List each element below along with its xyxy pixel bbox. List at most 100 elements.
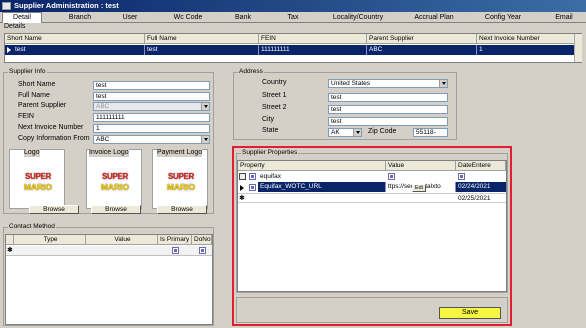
cell-next-invoice: 1 bbox=[479, 46, 483, 53]
is-primary-checkbox[interactable] bbox=[172, 247, 179, 254]
payment-logo-title: Payment Logo bbox=[157, 149, 203, 157]
col-next-invoice[interactable]: Next Invoice Number bbox=[477, 34, 581, 44]
copy-from-select[interactable]: ABC bbox=[93, 135, 210, 144]
col-value[interactable]: Value bbox=[86, 235, 158, 245]
new-row[interactable]: ✱ bbox=[6, 246, 212, 256]
details-title: Details bbox=[4, 23, 26, 30]
value-checkbox[interactable] bbox=[388, 173, 395, 180]
cell-date: 02/25/2021 bbox=[458, 195, 491, 202]
state-label: State bbox=[262, 127, 279, 134]
new-row-icon: ✱ bbox=[239, 195, 245, 202]
tab-bar: Detail Branch User Wc Code Bank Tax Loca… bbox=[0, 12, 586, 23]
row-checkbox[interactable] bbox=[249, 173, 256, 180]
cell-fein: 111111111 bbox=[259, 45, 367, 55]
street2-label: Street 2 bbox=[262, 104, 287, 111]
edit-pencil-icon bbox=[239, 173, 246, 180]
supplier-properties-grid: Property Value DateEntere equifax Equifa… bbox=[237, 160, 507, 292]
tab-locality-country[interactable]: Locality/Country bbox=[326, 13, 390, 23]
row-pointer-icon bbox=[240, 185, 244, 191]
col-is-primary[interactable]: Is Primary bbox=[158, 235, 192, 245]
donott-checkbox[interactable] bbox=[199, 247, 206, 254]
fein-label: FEIN bbox=[18, 113, 34, 120]
row-checkbox[interactable] bbox=[249, 184, 256, 191]
supplier-info-title: Supplier Info bbox=[8, 68, 47, 76]
cell-property: Equifax_WOTC_URL bbox=[258, 182, 386, 192]
state-select[interactable]: AK bbox=[328, 128, 362, 137]
logo-box: Logo SUPER MARIO bbox=[9, 149, 65, 209]
fein-field[interactable]: 111111111 bbox=[93, 113, 210, 122]
city-label: City bbox=[262, 116, 275, 123]
copy-from-value: ABC bbox=[96, 136, 110, 143]
table-row[interactable]: Equifax_WOTC_URL ttps://secure.talxto Ed… bbox=[238, 182, 506, 193]
tab-accrual-plan[interactable]: Accrual Plan bbox=[408, 13, 460, 23]
row-pointer-icon bbox=[7, 47, 11, 53]
zip-field[interactable]: 55118- bbox=[413, 128, 448, 137]
logo-title: Logo bbox=[24, 149, 40, 157]
chevron-down-icon[interactable] bbox=[353, 129, 361, 136]
payment-logo-image: SUPER MARIO bbox=[166, 172, 196, 192]
edit-button[interactable]: Edi bbox=[412, 184, 426, 192]
cell-parent: ABC bbox=[367, 45, 477, 55]
details-scrollbar[interactable] bbox=[574, 34, 582, 62]
col-date-entered[interactable]: DateEntere bbox=[456, 161, 506, 171]
contact-method-title: Contact Method bbox=[8, 223, 56, 231]
street2-field[interactable]: test bbox=[328, 105, 448, 114]
logo-image: SUPER MARIO bbox=[23, 172, 53, 192]
contact-grid: Type Value Is Primary DoNotT ✱ bbox=[5, 234, 213, 325]
short-name-label: Short Name bbox=[18, 81, 56, 88]
invoice-logo-title: Invoice Logo bbox=[89, 149, 129, 157]
details-grid: Short Name Full Name FEIN Parent Supplie… bbox=[4, 33, 582, 63]
street1-field[interactable]: test bbox=[328, 93, 448, 102]
chevron-down-icon[interactable] bbox=[201, 136, 209, 143]
col-property[interactable]: Property bbox=[238, 161, 386, 171]
address-title: Address bbox=[238, 68, 264, 76]
country-select[interactable]: United States bbox=[328, 79, 448, 88]
short-name-field[interactable]: test bbox=[93, 81, 210, 90]
city-field[interactable]: test bbox=[328, 117, 448, 126]
payment-logo-box: Payment Logo SUPER MARIO bbox=[152, 149, 208, 209]
chevron-down-icon[interactable] bbox=[439, 80, 447, 87]
tab-branch[interactable]: Branch bbox=[60, 13, 100, 23]
browse-logo-button[interactable]: Browse bbox=[29, 205, 79, 214]
date-checkbox[interactable] bbox=[458, 173, 465, 180]
tab-user[interactable]: User bbox=[112, 13, 148, 23]
new-row[interactable]: ✱ 02/25/2021 bbox=[238, 193, 506, 203]
chevron-down-icon[interactable] bbox=[201, 103, 209, 110]
tab-detail[interactable]: Detail bbox=[2, 12, 42, 23]
col-type[interactable]: Type bbox=[14, 235, 86, 245]
copy-from-label: Copy Information From bbox=[18, 135, 90, 142]
supplier-properties-title: Supplier Properties bbox=[241, 149, 299, 157]
parent-supplier-select[interactable]: ABC bbox=[93, 102, 210, 111]
browse-payment-logo-button[interactable]: Browse bbox=[157, 205, 207, 214]
col-fein[interactable]: FEIN bbox=[259, 34, 367, 44]
full-name-field[interactable]: test bbox=[93, 92, 210, 101]
supplier-info-group: Supplier Info Short Name test Full Name … bbox=[3, 68, 214, 214]
parent-supplier-label: Parent Supplier bbox=[18, 102, 67, 109]
tab-tax[interactable]: Tax bbox=[278, 13, 308, 23]
browse-invoice-logo-button[interactable]: Browse bbox=[91, 205, 141, 214]
tab-wc-code[interactable]: Wc Code bbox=[168, 13, 208, 23]
col-short-name[interactable]: Short Name bbox=[5, 34, 145, 44]
save-panel: Save bbox=[236, 297, 508, 323]
tab-config-year[interactable]: Config Year bbox=[478, 13, 528, 23]
save-button[interactable]: Save bbox=[439, 307, 501, 319]
cell-short-name: test bbox=[13, 45, 145, 55]
col-value[interactable]: Value bbox=[386, 161, 456, 171]
tab-email[interactable]: Email bbox=[546, 13, 582, 23]
zip-label: Zip Code bbox=[368, 128, 397, 135]
window-title-bar: Supplier Administration : test bbox=[0, 0, 586, 12]
cell-date: 02/24/2021 bbox=[456, 182, 506, 192]
col-donott[interactable]: DoNotT bbox=[192, 235, 212, 245]
table-row[interactable]: test test 111111111 ABC 1 bbox=[5, 45, 581, 55]
next-invoice-field[interactable]: 1 bbox=[93, 124, 210, 133]
state-value: AK bbox=[331, 129, 340, 136]
invoice-logo-image: SUPER MARIO bbox=[100, 172, 130, 192]
table-row[interactable]: equifax bbox=[238, 172, 506, 182]
col-parent-supplier[interactable]: Parent Supplier bbox=[367, 34, 477, 44]
full-name-label: Full Name bbox=[18, 92, 50, 99]
country-value: United States bbox=[331, 80, 371, 87]
col-full-name[interactable]: Full Name bbox=[145, 34, 259, 44]
cell-full-name: test bbox=[145, 45, 259, 55]
tab-bank[interactable]: Bank bbox=[226, 13, 260, 23]
street1-label: Street 1 bbox=[262, 92, 287, 99]
